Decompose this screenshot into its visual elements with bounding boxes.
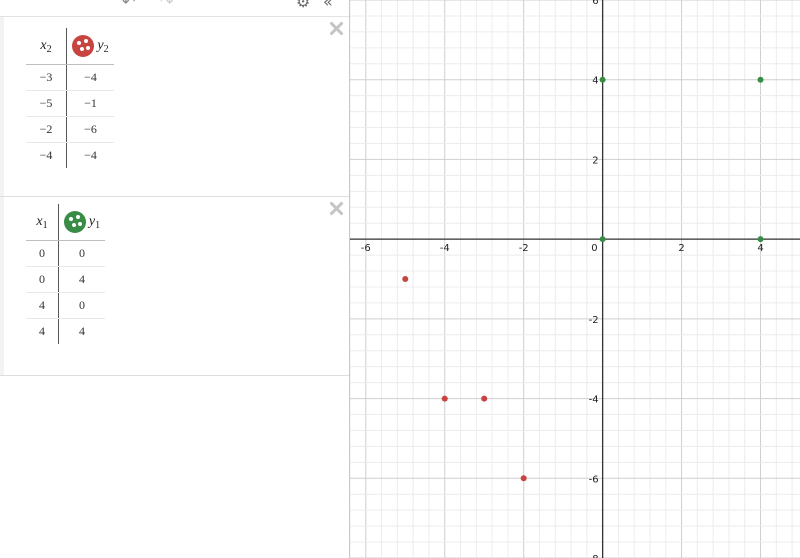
- x-tick-label: -2: [519, 243, 529, 254]
- expression-list: ↶ ↷ ⚙ « x2 y2 −3 −4 −5 −1 −2 −6 −4 −4 x1…: [0, 0, 350, 558]
- table-cell-x[interactable]: −4: [26, 142, 67, 168]
- table-cell-x[interactable]: 0: [26, 266, 59, 293]
- table-cell-x[interactable]: −5: [26, 90, 67, 117]
- table-row: 44: [26, 318, 106, 345]
- table-row: 04: [26, 266, 105, 293]
- delete-expression-icon[interactable]: [329, 21, 343, 35]
- delete-expression-icon[interactable]: [329, 201, 343, 215]
- table-cell-y[interactable]: −4: [67, 143, 115, 169]
- data-point: [599, 236, 606, 243]
- data-point: [757, 76, 764, 83]
- expression-strip: [0, 17, 4, 196]
- y-tick-label: -4: [589, 395, 599, 406]
- data-point: [520, 475, 527, 482]
- y-tick-label: 2: [592, 155, 598, 166]
- y-tick-label: -6: [589, 474, 599, 485]
- data-point: [757, 236, 764, 243]
- table-row: −5 −1: [26, 90, 114, 117]
- expression-toolbar: ↶ ↷ ⚙ «: [0, 0, 349, 17]
- x-column-header[interactable]: x1: [26, 204, 59, 241]
- table-cell-y[interactable]: 0: [58, 240, 105, 267]
- data-point: [481, 395, 488, 402]
- points-table: x1 y1 00 04 40 44: [26, 204, 105, 344]
- gear-icon[interactable]: ⚙: [296, 0, 310, 10]
- table-cell-x[interactable]: 0: [26, 240, 59, 267]
- table-cell-x[interactable]: 4: [26, 318, 59, 344]
- table-cell-y[interactable]: 4: [59, 319, 106, 345]
- table-cell-x[interactable]: −3: [26, 64, 67, 91]
- x-tick-label: -4: [440, 243, 450, 254]
- graph-paper[interactable]: -6 -4 -2 0 2 4 -8 -6 -4 -2 2 4 6: [350, 0, 800, 558]
- x-tick-label: 2: [678, 243, 684, 254]
- expression-item-table-1[interactable]: x1 y1 00 04 40 44: [0, 197, 349, 376]
- undo-icon[interactable]: ↶: [122, 0, 135, 10]
- y-tick-label: 6: [592, 0, 598, 7]
- table-cell-y[interactable]: −6: [66, 116, 114, 143]
- x-tick-label: -6: [361, 243, 371, 254]
- point-style-icon[interactable]: [72, 35, 95, 57]
- x-tick-label: 4: [757, 243, 763, 254]
- table-cell-x[interactable]: 4: [26, 292, 59, 319]
- table-cell-y[interactable]: 4: [58, 266, 105, 293]
- x-tick-label: 0: [591, 243, 597, 254]
- table-cell-y[interactable]: 0: [58, 292, 105, 319]
- data-point: [441, 395, 448, 402]
- table-cell-y[interactable]: −4: [66, 64, 114, 91]
- table-row: −3 −4: [26, 64, 114, 91]
- y-tick-label: -2: [589, 315, 599, 326]
- expression-strip: [0, 197, 4, 375]
- data-point: [402, 276, 409, 282]
- table-row: −2 −6: [26, 116, 114, 143]
- point-style-icon[interactable]: [63, 211, 86, 233]
- y-column-header[interactable]: y1: [58, 204, 105, 241]
- table-cell-x[interactable]: −2: [26, 116, 67, 143]
- table-header-row: x1 y1: [26, 204, 105, 241]
- table-row: −4 −4: [26, 142, 115, 169]
- table-cell-y[interactable]: −1: [66, 90, 114, 117]
- points-table: x2 y2 −3 −4 −5 −1 −2 −6 −4 −4: [26, 28, 114, 168]
- table-row: 40: [26, 292, 105, 319]
- table-row: 00: [26, 240, 105, 267]
- collapse-list-icon[interactable]: «: [323, 0, 333, 10]
- y-column-header[interactable]: y2: [66, 28, 114, 65]
- y-tick-label: 4: [592, 76, 598, 87]
- data-point: [599, 76, 606, 83]
- expression-item-table-2[interactable]: x2 y2 −3 −4 −5 −1 −2 −6 −4 −4: [0, 17, 349, 197]
- x-column-header[interactable]: x2: [26, 28, 67, 65]
- redo-icon[interactable]: ↷: [160, 0, 173, 10]
- table-header-row: x2 y2: [26, 28, 114, 65]
- y-tick-label: -8: [589, 554, 599, 558]
